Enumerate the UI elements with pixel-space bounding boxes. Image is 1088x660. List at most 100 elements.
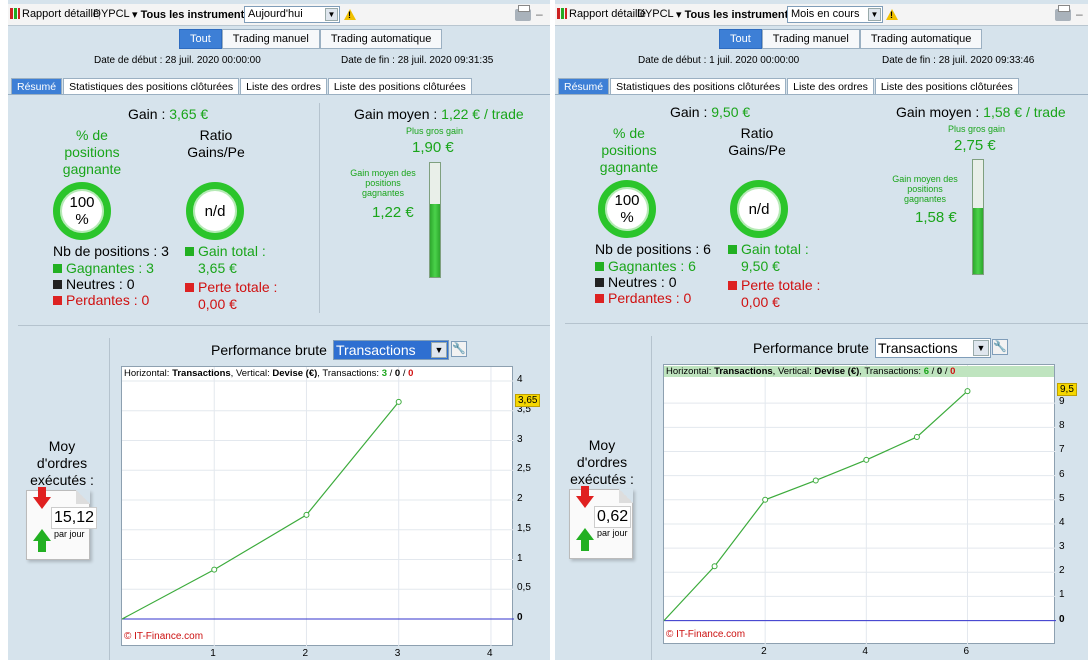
nb-positions: Nb de positions : 6 (595, 241, 711, 257)
ratio-ring: n/d (186, 182, 244, 240)
period-select[interactable]: Aujourd'hui ▼ (244, 6, 340, 23)
moy-ordres-value: 0,62 (594, 506, 632, 528)
perte-totale-value: 0,00 € (198, 296, 237, 312)
wrench-icon[interactable]: 🔧 (451, 341, 467, 357)
gain-total-value: 9,50 € (741, 258, 780, 274)
neutres: Neutres : 0 (53, 276, 134, 292)
x-tick-label: 3 (394, 648, 401, 659)
y-tick-label: 2 (1059, 565, 1065, 577)
report-menu[interactable]: Rapport détaillé (10, 8, 99, 20)
data-point (863, 456, 870, 463)
chevron-down-icon: ▾ (676, 9, 685, 21)
win-pct-label: % de positions gagnante (62, 127, 122, 177)
gain-moyen: Gain moyen : 1,22 € / trade (354, 106, 524, 122)
moy-ordres-label: Moy d'ordres exécutés : (30, 438, 94, 488)
gain-moyen-pos-label: Gain moyen des positions gagnantes (892, 174, 958, 204)
tab-trading-automatique[interactable]: Trading automatique (319, 29, 443, 49)
x-tick-label: 6 (963, 646, 970, 657)
performance-chart[interactable]: Horizontal: Transactions, Vertical: Devi… (121, 366, 514, 647)
moy-ordres-value: 15,12 (51, 507, 98, 529)
moy-ordres-card: 15,12 par jour (26, 487, 98, 560)
period-select[interactable]: Mois en cours ▼ (787, 6, 883, 23)
current-value-badge: 3,65 (515, 393, 541, 407)
chart-info: Horizontal: Transactions, Vertical: Devi… (124, 368, 414, 379)
nb-positions: Nb de positions : 3 (53, 243, 169, 259)
gain-summary: Gain : 3,65 € (128, 106, 209, 122)
warning-icon[interactable]: ! (886, 9, 898, 20)
tab-liste-positions[interactable]: Liste des positions clôturées (874, 78, 1019, 95)
tab-trading-manuel[interactable]: Trading manuel (221, 29, 320, 49)
y-tick-label: 9 (1059, 396, 1065, 408)
arrow-up-icon (576, 528, 594, 551)
chevron-down-icon: ▼ (973, 340, 989, 356)
perf-select[interactable]: Transactions ▼ (875, 338, 991, 358)
copyright: © IT-Finance.com (124, 631, 204, 642)
tab-liste-positions[interactable]: Liste des positions clôturées (327, 78, 472, 95)
gain-bar-fill (430, 204, 440, 277)
chevron-down-icon: ▼ (431, 342, 447, 358)
chevron-down-icon: ▾ (132, 9, 141, 21)
printer-icon[interactable] (1055, 5, 1071, 21)
x-tick-label: 2 (761, 646, 767, 657)
minimize-icon[interactable]: – (536, 7, 543, 21)
y-tick-label: 6 (1059, 468, 1065, 480)
tab-tout[interactable]: Tout (179, 29, 222, 49)
copyright: © IT-Finance.com (666, 629, 746, 640)
current-value-badge: 9,5 (1057, 383, 1077, 397)
gain-bar-fill (973, 207, 983, 274)
plus-gros-gain-value: 1,90 € (412, 139, 454, 156)
perte-totale-label: Perte totale : (728, 277, 820, 293)
end-date: Date de fin : 28 juil. 2020 09:31:35 (341, 55, 494, 66)
perf-label: Performance brute (211, 342, 327, 358)
account-label[interactable]: DYPCL (93, 8, 130, 20)
start-date: Date de début : 1 juil. 2020 00:00:00 (638, 55, 800, 66)
gain-moyen-pos-value: 1,22 € (372, 204, 414, 221)
y-tick-label: 2,5 (517, 463, 531, 475)
tab-statistiques[interactable]: Statistiques des positions clôturées (63, 78, 240, 95)
y-tick-label: 4 (1059, 516, 1065, 528)
data-point (303, 511, 310, 518)
account-label[interactable]: DYPCL (637, 8, 674, 20)
perf-select[interactable]: Transactions ▼ (333, 340, 449, 360)
series-line (664, 390, 968, 621)
series-line (122, 401, 400, 620)
tab-liste-ordres[interactable]: Liste des ordres (787, 78, 874, 95)
printer-icon[interactable] (515, 5, 531, 21)
tab-liste-ordres[interactable]: Liste des ordres (240, 78, 327, 95)
toolbar: Rapport détaillé | DYPCL ▾ Tous les inst… (8, 4, 550, 26)
y-tick-label: 8 (1059, 420, 1065, 432)
data-point (812, 477, 819, 484)
tab-tout[interactable]: Tout (719, 29, 762, 49)
x-tick-label: 4 (486, 648, 493, 659)
report-menu[interactable]: Rapport détaillé (557, 8, 646, 20)
chart-plot (122, 367, 514, 647)
toolbar: Rapport détaillé DYPCL ▾ Tous les instru… (555, 4, 1088, 26)
tab-trading-manuel[interactable]: Trading manuel (761, 29, 860, 49)
tab-resume[interactable]: Résumé (558, 78, 610, 95)
performance-chart[interactable]: Horizontal: Transactions, Vertical: Devi… (663, 364, 1056, 645)
gain-moyen-pos-label: Gain moyen des positions gagnantes (350, 168, 416, 198)
moy-ordres-unit: par jour (597, 528, 628, 538)
minimize-icon[interactable]: – (1076, 7, 1083, 21)
start-date: Date de début : 28 juil. 2020 00:00:00 (94, 55, 261, 66)
y-tick-label: 1 (1059, 589, 1065, 601)
tab-trading-automatique[interactable]: Trading automatique (859, 29, 983, 49)
section-tabs: Résumé Statistiques des positions clôtur… (558, 78, 1020, 95)
warning-icon[interactable]: ! (344, 9, 356, 20)
y-tick-label: 0,5 (517, 582, 531, 594)
gain-total-value: 3,65 € (198, 260, 237, 276)
tab-resume[interactable]: Résumé (11, 78, 63, 95)
wrench-icon[interactable]: 🔧 (992, 339, 1008, 355)
arrow-up-icon (33, 529, 51, 552)
report-icon (557, 8, 567, 19)
instruments-dropdown[interactable]: ▾ Tous les instruments (676, 8, 794, 21)
gain-bar (429, 162, 441, 278)
chevron-down-icon: ▼ (868, 8, 881, 21)
perdantes: Perdantes : 0 (53, 292, 149, 308)
tab-statistiques[interactable]: Statistiques des positions clôturées (610, 78, 787, 95)
section-tabs: Résumé Statistiques des positions clôtur… (11, 78, 473, 95)
y-tick-label: 1,5 (517, 522, 531, 534)
win-pct-ring: 100 % (598, 180, 656, 238)
instruments-dropdown[interactable]: ▾ Tous les instruments (132, 8, 250, 21)
plus-gros-gain-label: Plus gros gain (948, 124, 1006, 134)
